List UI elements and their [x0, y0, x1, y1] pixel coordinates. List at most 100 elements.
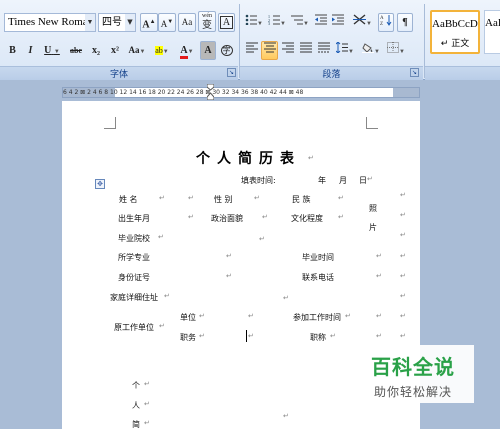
photo-label-1: 照 — [369, 204, 377, 213]
increase-indent-button[interactable] — [330, 13, 346, 32]
chinese-layout-icon — [353, 14, 367, 25]
sort-button[interactable]: AZ — [378, 13, 394, 32]
font-name-value: Times New Romar — [8, 16, 92, 28]
character-shading-button[interactable]: A — [200, 41, 216, 60]
decrease-indent-button[interactable] — [313, 13, 329, 32]
font-size-combo[interactable]: 四号 ▼ — [98, 13, 136, 32]
day-label: 日 — [359, 176, 367, 185]
character-border-button[interactable]: A — [218, 13, 235, 32]
multilevel-list-icon — [291, 15, 304, 25]
styles-group-caption — [425, 66, 500, 80]
address-label: 家庭详细住址 — [110, 293, 158, 302]
work-unit-label: 原工作单位 — [114, 323, 154, 332]
align-left-icon — [245, 42, 258, 53]
gender-label: 性 别 — [214, 195, 233, 204]
paragraph-mark-icon: ¶ — [402, 17, 408, 28]
name-label: 姓 名 — [119, 195, 138, 204]
phonetic-guide-button[interactable]: wén 变 — [198, 11, 216, 32]
bullets-button[interactable]: ▼ — [243, 13, 265, 32]
border-icon — [387, 42, 400, 53]
resume-label-1: 个 — [132, 381, 140, 390]
watermark-subtitle: 助你轻松解决 — [373, 385, 452, 399]
align-center-button[interactable] — [261, 41, 278, 60]
chevron-down-icon[interactable]: ▼ — [140, 49, 146, 55]
text-highlight-button[interactable]: ab▼ — [150, 41, 174, 60]
chevron-down-icon[interactable]: ▼ — [280, 21, 286, 27]
job-label: 职务 — [180, 333, 196, 342]
title-label: 职称 — [310, 333, 326, 342]
change-case-button[interactable]: Aa▼ — [125, 41, 149, 60]
align-right-button[interactable] — [279, 41, 296, 60]
chevron-down-icon[interactable]: ▼ — [303, 21, 309, 27]
numbering-icon: 123 — [268, 14, 281, 26]
superscript-button[interactable]: x² — [106, 41, 124, 60]
svg-text:3: 3 — [268, 21, 270, 25]
indent-marker-icon[interactable] — [207, 84, 214, 100]
paragraph-dialog-launcher[interactable]: ↘ — [410, 68, 419, 77]
align-left-button[interactable] — [243, 41, 260, 60]
chevron-down-icon[interactable]: ▼ — [85, 14, 95, 31]
year-label: 年 — [318, 176, 326, 185]
numbering-button[interactable]: 1 2 3 ▼ — [266, 13, 288, 32]
shading-button[interactable]: ▼ — [360, 41, 382, 60]
line-spacing-button[interactable]: ▼ — [334, 41, 356, 60]
month-label: 月 — [339, 176, 347, 185]
style-normal[interactable]: AaBbCcDc ↵ 正文 — [430, 10, 480, 54]
chevron-down-icon[interactable]: ▼ — [374, 49, 380, 55]
underline-button[interactable]: U ▼ — [40, 41, 64, 60]
join-time-label: 参加工作时间 — [293, 313, 341, 322]
font-dialog-launcher[interactable]: ↘ — [227, 68, 236, 77]
ruler-labels: 6 4 2 ⊠ 2 4 6 8 10 12 14 16 18 20 22 24 … — [63, 89, 304, 96]
style-next[interactable]: AaB — [484, 10, 500, 54]
paragraph-group-caption: 段落 — [240, 66, 423, 80]
clear-format-button[interactable]: Aa — [178, 13, 196, 32]
ethnic-label: 民 族 — [292, 195, 311, 204]
watermark-logo: 百科全说 助你轻松解决 — [352, 345, 474, 403]
resume-label-2: 人 — [132, 401, 140, 410]
increase-indent-icon — [332, 14, 344, 25]
svg-text:Z: Z — [380, 22, 383, 26]
distributed-button[interactable] — [315, 41, 332, 60]
justify-icon — [299, 42, 312, 53]
subscript-button[interactable]: x₂ — [87, 41, 105, 60]
font-name-combo[interactable]: Times New Romar ▼ — [4, 13, 96, 32]
id-label: 身份证号 — [118, 273, 150, 282]
corner-mark — [366, 117, 378, 129]
font-group-caption: 字体 — [0, 66, 238, 80]
unit-label: 单位 — [180, 313, 196, 322]
chevron-down-icon[interactable]: ▼ — [348, 49, 354, 55]
table-move-handle-icon[interactable]: ✥ — [95, 179, 105, 189]
italic-button[interactable]: I — [22, 41, 39, 60]
corner-mark — [104, 117, 116, 129]
strikethrough-button[interactable]: abe — [66, 41, 86, 60]
shrink-font-button[interactable]: A▼ — [158, 13, 176, 32]
style-normal-name: ↵ 正文 — [440, 39, 470, 49]
chevron-down-icon[interactable]: ▼ — [399, 49, 405, 55]
text-cursor — [246, 330, 247, 342]
multilevel-list-button[interactable]: ▼ — [289, 13, 311, 32]
horizontal-ruler[interactable]: 6 4 2 ⊠ 2 4 6 8 10 12 14 16 18 20 22 24 … — [62, 87, 420, 98]
style-next-sample: AaB — [485, 17, 500, 29]
justify-button[interactable] — [297, 41, 314, 60]
school-label: 毕业院校 — [118, 234, 150, 243]
chinese-layout-button[interactable]: ▼ — [350, 13, 375, 32]
chevron-down-icon[interactable]: ▼ — [257, 21, 263, 27]
chevron-down-icon[interactable]: ▼ — [188, 49, 194, 55]
distributed-icon — [317, 42, 330, 53]
bold-button[interactable]: B — [4, 41, 21, 60]
borders-button[interactable]: ▼ — [384, 41, 408, 60]
major-label: 所学专业 — [118, 253, 150, 262]
paint-bucket-icon — [362, 43, 375, 53]
grow-font-button[interactable]: A▲ — [140, 13, 158, 32]
grad-time-label: 毕业时间 — [302, 253, 334, 262]
chevron-down-icon[interactable]: ▼ — [366, 21, 372, 27]
svg-text:A: A — [380, 16, 384, 21]
phone-label: 联系电话 — [302, 273, 334, 282]
document-title: 个人简历表 — [196, 151, 301, 167]
show-hide-marks-button[interactable]: ¶ — [397, 13, 413, 32]
chevron-down-icon[interactable]: ▼ — [54, 49, 60, 55]
font-color-button[interactable]: A▼ — [175, 41, 199, 60]
enclose-characters-button[interactable]: 字 — [218, 41, 235, 60]
chevron-down-icon[interactable]: ▼ — [163, 49, 169, 55]
chevron-down-icon[interactable]: ▼ — [125, 14, 135, 31]
